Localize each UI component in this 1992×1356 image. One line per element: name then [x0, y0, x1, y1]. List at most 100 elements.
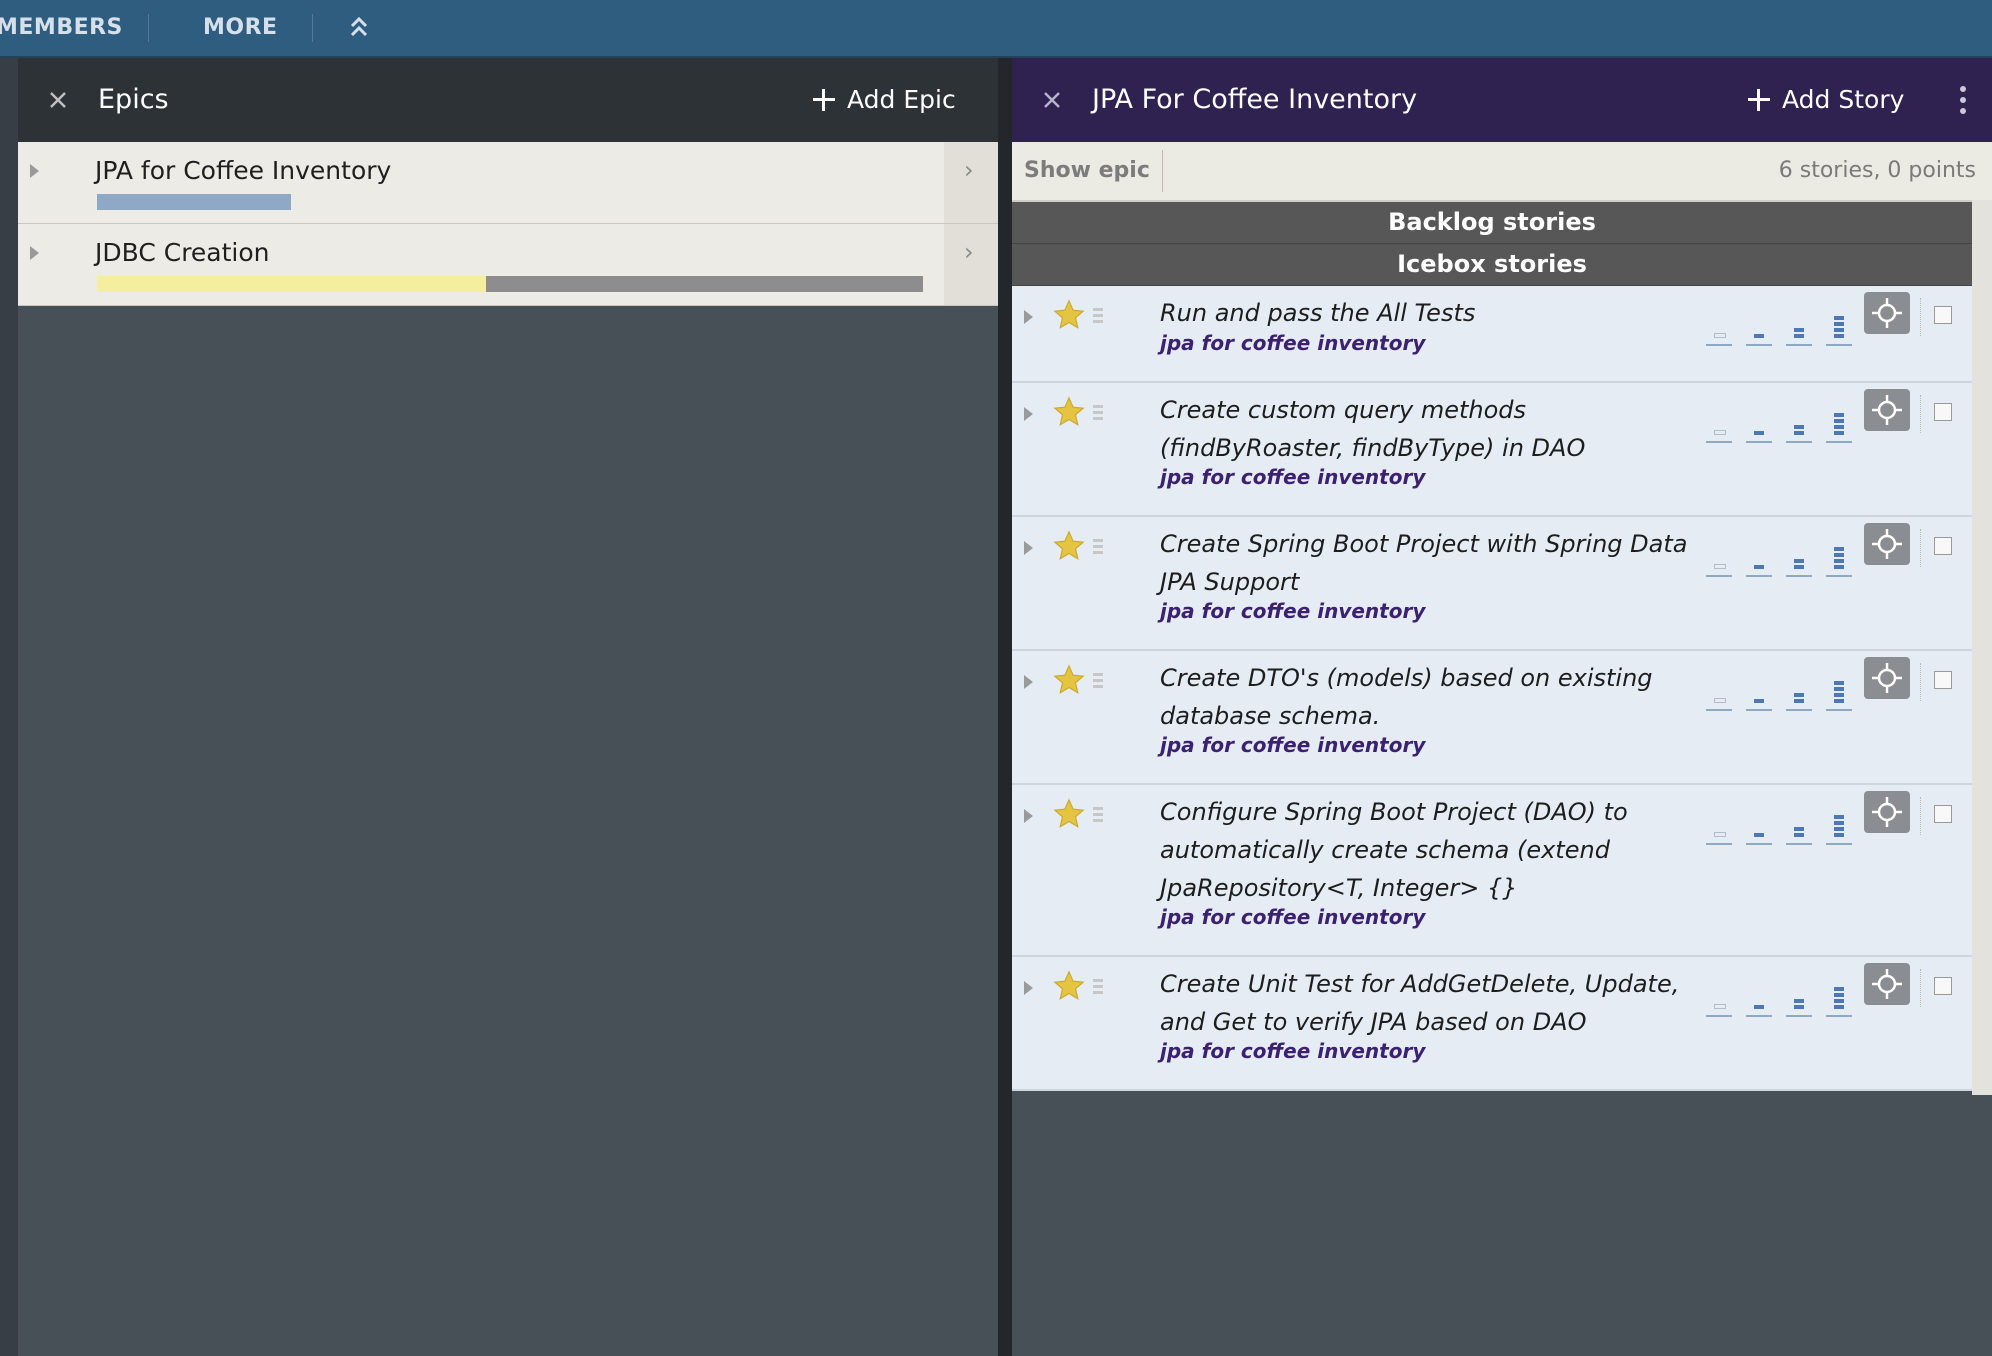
scrollbar[interactable]: [1972, 200, 1992, 1095]
estimate-selector: [1706, 667, 1852, 711]
select-story-checkbox[interactable]: [1934, 671, 1952, 689]
expand-triangle-icon[interactable]: [1024, 541, 1033, 555]
panel-divider[interactable]: [998, 58, 1012, 1356]
estimate-0-icon[interactable]: [1706, 304, 1732, 346]
expand-triangle-icon[interactable]: [1024, 310, 1033, 324]
star-icon[interactable]: [1052, 797, 1086, 831]
star-icon[interactable]: [1052, 298, 1086, 332]
story-epic-label[interactable]: jpa for coffee inventory: [1160, 331, 1425, 355]
story-title[interactable]: Create Unit Test for AddGetDelete, Updat…: [1160, 965, 1700, 1041]
estimate-2-icon[interactable]: [1786, 304, 1812, 346]
expand-triangle-icon[interactable]: [1024, 675, 1033, 689]
story-row[interactable]: Run and pass the All Tests jpa for coffee…: [1012, 286, 1972, 383]
estimate-3-icon[interactable]: [1826, 401, 1852, 443]
open-epic-button[interactable]: ›: [944, 224, 998, 305]
star-icon[interactable]: [1052, 663, 1086, 697]
story-row[interactable]: Create Unit Test for AddGetDelete, Updat…: [1012, 957, 1972, 1091]
collapse-up-icon[interactable]: [346, 14, 372, 40]
estimate-3-icon[interactable]: [1826, 669, 1852, 711]
estimate-2-icon[interactable]: [1786, 803, 1812, 845]
chevron-right-icon: ›: [964, 156, 974, 184]
expand-triangle-icon[interactable]: [1024, 981, 1033, 995]
story-epic-label[interactable]: jpa for coffee inventory: [1160, 905, 1425, 929]
select-story-checkbox[interactable]: [1934, 306, 1952, 324]
estimate-1-icon[interactable]: [1746, 304, 1772, 346]
move-icon[interactable]: [1864, 389, 1910, 431]
story-title[interactable]: Configure Spring Boot Project (DAO) to a…: [1160, 793, 1700, 907]
chevron-right-icon: ›: [964, 238, 974, 266]
epic-row[interactable]: JPA for Coffee Inventory ›: [18, 142, 998, 224]
kebab-menu-icon[interactable]: [1960, 86, 1968, 114]
estimate-1-icon[interactable]: [1746, 535, 1772, 577]
select-story-checkbox[interactable]: [1934, 403, 1952, 421]
select-story-checkbox[interactable]: [1934, 805, 1952, 823]
story-row[interactable]: Configure Spring Boot Project (DAO) to a…: [1012, 785, 1972, 957]
nav-more[interactable]: MORE: [203, 0, 278, 56]
estimate-1-icon[interactable]: [1746, 975, 1772, 1017]
star-icon[interactable]: [1052, 969, 1086, 1003]
backlog-section-header[interactable]: Backlog stories: [1012, 202, 1972, 244]
estimate-2-icon[interactable]: [1786, 535, 1812, 577]
select-story-checkbox[interactable]: [1934, 977, 1952, 995]
move-icon[interactable]: [1864, 791, 1910, 833]
estimate-3-icon[interactable]: [1826, 975, 1852, 1017]
add-story-button[interactable]: Add Story: [1748, 58, 1904, 142]
story-title[interactable]: Run and pass the All Tests: [1160, 294, 1700, 332]
expand-triangle-icon[interactable]: [1024, 809, 1033, 823]
move-icon[interactable]: [1864, 657, 1910, 699]
estimate-0-icon[interactable]: [1706, 535, 1732, 577]
move-icon[interactable]: [1864, 292, 1910, 334]
nav-members[interactable]: MEMBERS: [0, 0, 123, 56]
story-row[interactable]: Create custom query methods (findByRoast…: [1012, 383, 1972, 517]
open-epic-button[interactable]: ›: [944, 142, 998, 223]
show-epic-button[interactable]: Show epic: [1012, 150, 1163, 192]
left-gutter: [0, 58, 18, 1356]
story-epic-label[interactable]: jpa for coffee inventory: [1160, 465, 1425, 489]
stories-panel-title: JPA For Coffee Inventory: [1092, 84, 1418, 115]
epic-stories-panel: JPA For Coffee Inventory Add Story Show …: [1012, 58, 1992, 1356]
nav-divider: [148, 14, 149, 42]
estimate-1-icon[interactable]: [1746, 401, 1772, 443]
story-epic-label[interactable]: jpa for coffee inventory: [1160, 599, 1425, 623]
estimate-3-icon[interactable]: [1826, 535, 1852, 577]
estimate-1-icon[interactable]: [1746, 803, 1772, 845]
story-row[interactable]: Create Spring Boot Project with Spring D…: [1012, 517, 1972, 651]
divider: [1920, 797, 1922, 835]
estimate-2-icon[interactable]: [1786, 975, 1812, 1017]
estimate-selector: [1706, 533, 1852, 577]
epics-panel: Epics Add Epic JPA for Coffee Inventory …: [18, 58, 998, 1356]
close-icon[interactable]: [1034, 82, 1070, 118]
epic-row[interactable]: JDBC Creation ›: [18, 224, 998, 306]
epics-panel-title: Epics: [98, 84, 169, 115]
divider: [1920, 395, 1922, 433]
expand-triangle-icon[interactable]: [30, 164, 39, 178]
story-epic-label[interactable]: jpa for coffee inventory: [1160, 733, 1425, 757]
story-title[interactable]: Create DTO's (models) based on existing …: [1160, 659, 1700, 735]
epic-progress-remaining: [486, 276, 923, 292]
icebox-section-header[interactable]: Icebox stories: [1012, 244, 1972, 286]
estimate-0-icon[interactable]: [1706, 669, 1732, 711]
move-icon[interactable]: [1864, 963, 1910, 1005]
story-title[interactable]: Create custom query methods (findByRoast…: [1160, 391, 1700, 467]
epic-name[interactable]: JDBC Creation: [95, 238, 270, 267]
estimate-3-icon[interactable]: [1826, 304, 1852, 346]
estimate-1-icon[interactable]: [1746, 669, 1772, 711]
select-story-checkbox[interactable]: [1934, 537, 1952, 555]
estimate-0-icon[interactable]: [1706, 401, 1732, 443]
story-epic-label[interactable]: jpa for coffee inventory: [1160, 1039, 1425, 1063]
estimate-3-icon[interactable]: [1826, 803, 1852, 845]
estimate-0-icon[interactable]: [1706, 975, 1732, 1017]
close-icon[interactable]: [40, 82, 76, 118]
expand-triangle-icon[interactable]: [1024, 407, 1033, 421]
estimate-2-icon[interactable]: [1786, 401, 1812, 443]
move-icon[interactable]: [1864, 523, 1910, 565]
epic-name[interactable]: JPA for Coffee Inventory: [95, 156, 391, 185]
estimate-0-icon[interactable]: [1706, 803, 1732, 845]
story-title[interactable]: Create Spring Boot Project with Spring D…: [1160, 525, 1700, 601]
expand-triangle-icon[interactable]: [30, 246, 39, 260]
estimate-2-icon[interactable]: [1786, 669, 1812, 711]
star-icon[interactable]: [1052, 529, 1086, 563]
add-epic-button[interactable]: Add Epic: [813, 58, 956, 142]
star-icon[interactable]: [1052, 395, 1086, 429]
story-row[interactable]: Create DTO's (models) based on existing …: [1012, 651, 1972, 785]
